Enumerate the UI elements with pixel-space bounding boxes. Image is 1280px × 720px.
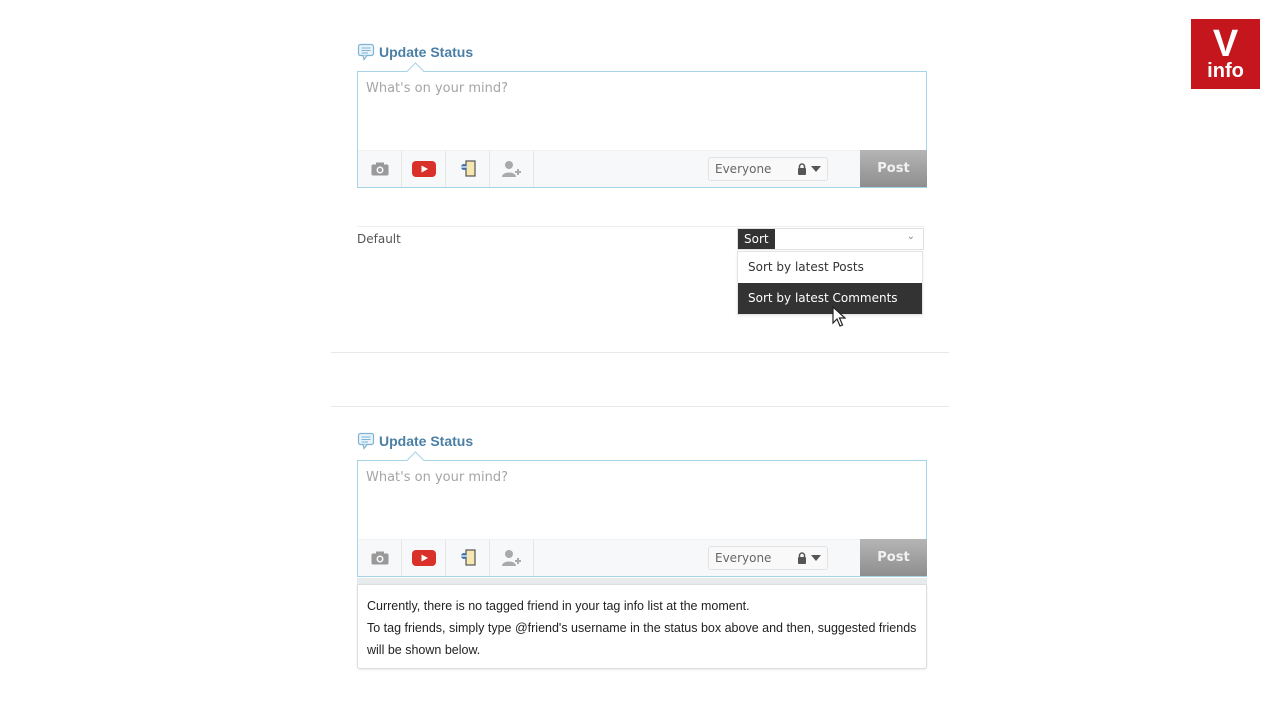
status-heading: Update Status [357,41,927,63]
sort-select[interactable]: Sort ⌄ [737,228,924,250]
chat-bubble-icon [357,43,375,61]
divider [331,406,949,407]
status-toolbar: Everyone Post [358,539,927,576]
logo-text: info [1207,60,1244,82]
privacy-label: Everyone [715,162,772,176]
chevron-down-icon: ⌄ [906,231,915,242]
caret-down-icon [811,166,821,172]
status-toolbar: Everyone Post [358,150,927,187]
status-title: Update Status [379,44,474,60]
sort-dropdown-menu: Sort by latest Posts Sort by latest Comm… [737,251,923,315]
post-button[interactable]: Post [860,539,927,576]
lock-icon [798,163,806,175]
tag-info-line: To tag friends, simply type @friend's us… [367,621,917,657]
privacy-controls [797,163,827,175]
add-file-button[interactable] [446,151,490,187]
add-photo-button[interactable] [358,151,402,187]
default-label: Default [357,232,401,246]
add-photo-button[interactable] [358,540,402,576]
attach-file-icon [460,160,476,177]
camera-icon [371,551,388,565]
add-video-button[interactable] [402,540,446,576]
tag-friend-icon [501,550,521,566]
post-button[interactable]: Post [860,150,927,187]
privacy-label: Everyone [715,551,772,565]
tag-info-panel: Currently, there is no tagged friend in … [357,584,927,669]
update-status-widget: Update Status Everyone [357,41,927,188]
sort-select-label: Sort [738,229,775,249]
sort-option-latest-comments[interactable]: Sort by latest Comments [738,283,922,314]
chat-bubble-icon [357,432,375,450]
status-box: Everyone Post [357,451,927,577]
caret-down-icon [811,555,821,561]
tag-friend-icon [501,161,521,177]
status-box: Everyone Post [357,62,927,188]
privacy-select[interactable]: Everyone [708,546,828,570]
youtube-icon [411,550,436,566]
divider [331,352,949,353]
tag-info-line: Currently, there is no tagged friend in … [367,599,750,613]
youtube-icon [411,161,436,177]
tag-friend-button[interactable] [490,151,534,187]
privacy-controls [797,552,827,564]
status-title: Update Status [379,433,474,449]
add-video-button[interactable] [402,151,446,187]
sort-option-latest-posts[interactable]: Sort by latest Posts [738,252,922,283]
camera-icon [371,162,388,176]
add-file-button[interactable] [446,540,490,576]
vinfo-logo: V info [1191,19,1260,89]
update-status-widget: Update Status Everyone [357,430,927,577]
sort-row: Default Sort ⌄ [357,226,925,251]
status-input[interactable] [358,72,926,150]
lock-icon [798,552,806,564]
tag-friend-button[interactable] [490,540,534,576]
privacy-select[interactable]: Everyone [708,157,828,181]
mouse-cursor-icon [832,306,846,327]
status-heading: Update Status [357,430,927,452]
logo-letter: V [1212,23,1239,65]
status-input[interactable] [358,461,926,539]
attach-file-icon [460,549,476,566]
